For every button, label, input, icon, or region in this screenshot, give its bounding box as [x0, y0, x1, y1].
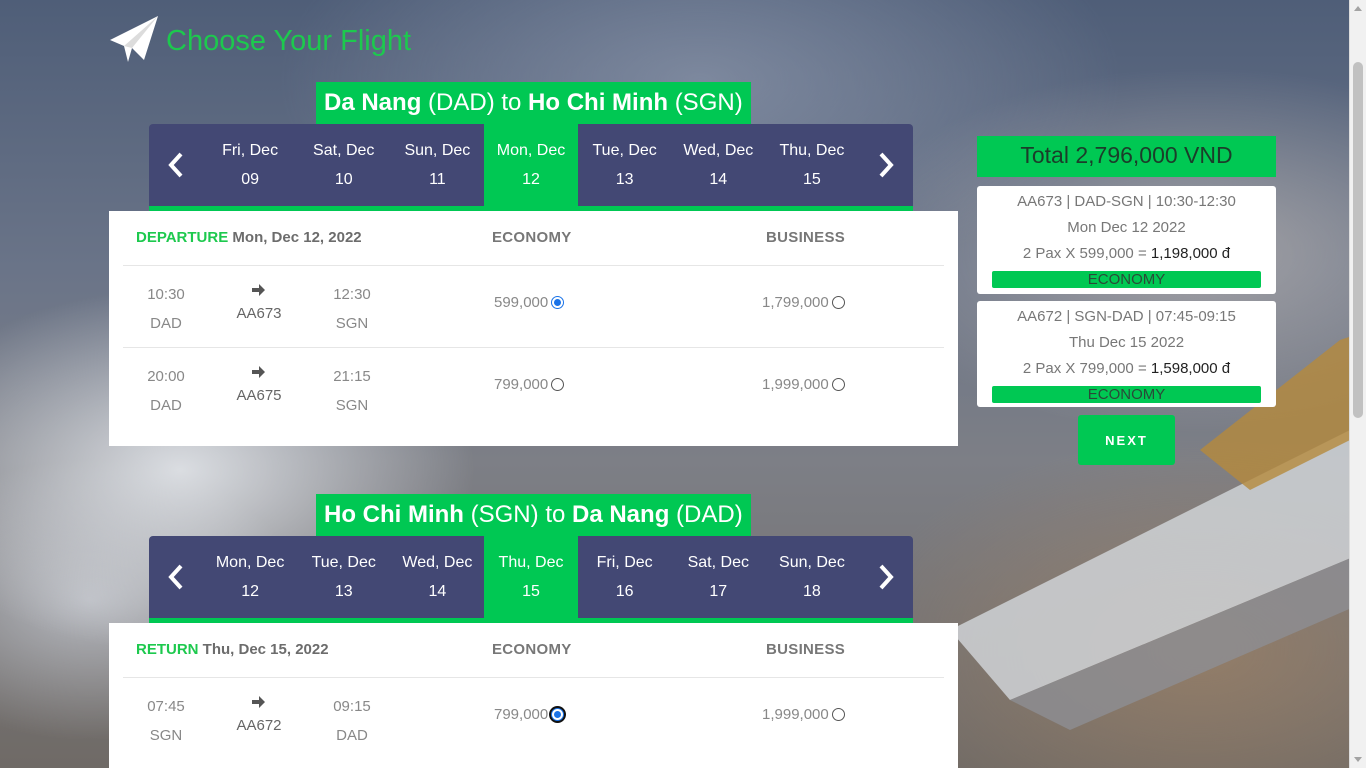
departure-code: DAD [150, 397, 182, 414]
paper-plane-icon [110, 16, 158, 62]
departure-code: DAD [150, 315, 182, 332]
return-summary-card: AA672 | SGN-DAD | 07:45-09:15 Thu Dec 15… [977, 301, 1276, 407]
arrival-time: 12:30 [333, 286, 371, 303]
business-price: 1,799,000 [762, 294, 829, 311]
departure-time: 10:30 [147, 286, 185, 303]
return-prev-dates-button[interactable] [149, 536, 203, 618]
summary-flight-date: Thu Dec 15 2022 [1068, 334, 1185, 351]
summary-price-calc: 2 Pax X 799,000 = 1,598,000 đ [1022, 360, 1231, 377]
scroll-down-icon[interactable] [1354, 757, 1362, 762]
outbound-flight-panel: DEPARTURE Mon, Dec 12, 2022 ECONOMY BUSI… [109, 211, 958, 446]
return-date-6[interactable]: Sun, Dec 18 [765, 536, 859, 618]
business-price: 1,999,000 [762, 706, 829, 723]
chevron-left-icon [168, 152, 183, 178]
flight-number: AA672 [236, 717, 282, 734]
arrival-code: DAD [336, 727, 368, 744]
return-panel-header: RETURN Thu, Dec 15, 2022 ECONOMY BUSINES… [123, 623, 944, 678]
flight-row: 20:00 DAD AA675 21:15 SGN 799,000 1,999,00… [123, 348, 944, 430]
outbound-next-dates-button[interactable] [859, 124, 913, 206]
return-next-dates-button[interactable] [859, 536, 913, 618]
departure-code: SGN [149, 727, 183, 744]
business-price: 1,999,000 [762, 376, 829, 393]
summary-flight-info: AA673 | DAD-SGN | 10:30-12:30 [1017, 193, 1236, 210]
departure-time: 07:45 [147, 698, 185, 715]
economy-radio[interactable] [551, 296, 565, 309]
outbound-route-title: Da Nang (DAD) to Ho Chi Minh (SGN) [316, 82, 751, 124]
return-flight-panel: RETURN Thu, Dec 15, 2022 ECONOMY BUSINES… [109, 623, 958, 768]
return-date-3[interactable]: Thu, Dec 15 [484, 536, 578, 618]
business-column-header: BUSINESS [766, 229, 846, 246]
flight-number: AA675 [236, 387, 282, 404]
vertical-scrollbar[interactable] [1349, 0, 1366, 768]
arrow-right-icon [224, 283, 294, 305]
arrow-right-icon [224, 365, 294, 387]
return-date-4[interactable]: Fri, Dec 16 [578, 536, 672, 618]
outbound-prev-dates-button[interactable] [149, 124, 203, 206]
economy-column-header: ECONOMY [492, 229, 572, 246]
outbound-date-strip: Fri, Dec 09 Sat, Dec 10 Sun, Dec 11 Mon, De… [149, 124, 913, 211]
scroll-up-icon[interactable] [1354, 6, 1362, 11]
outbound-date-1[interactable]: Sat, Dec 10 [297, 124, 391, 206]
outbound-label: DEPARTURE Mon, Dec 12, 2022 [136, 229, 362, 246]
departure-time: 20:00 [147, 368, 185, 385]
flight-row: 10:30 DAD AA673 12:30 SGN 599,000 1,799,00… [123, 266, 944, 348]
outbound-date-2[interactable]: Sun, Dec 11 [391, 124, 485, 206]
economy-radio[interactable] [551, 708, 565, 721]
return-date-1[interactable]: Tue, Dec 13 [297, 536, 391, 618]
economy-radio[interactable] [551, 378, 565, 391]
return-route-title: Ho Chi Minh (SGN) to Da Nang (DAD) [316, 494, 751, 536]
return-date-5[interactable]: Sat, Dec 17 [671, 536, 765, 618]
chevron-left-icon [168, 564, 183, 590]
flight-row: 07:45 SGN AA672 09:15 DAD 799,000 1,999,00… [123, 678, 944, 760]
arrival-code: SGN [335, 397, 369, 414]
return-date-2[interactable]: Wed, Dec 14 [391, 536, 485, 618]
arrival-time: 09:15 [333, 698, 371, 715]
return-date-strip: Mon, Dec 12 Tue, Dec 13 Wed, Dec 14 Thu, De… [149, 536, 913, 623]
return-label: RETURN Thu, Dec 15, 2022 [136, 641, 329, 658]
outbound-panel-header: DEPARTURE Mon, Dec 12, 2022 ECONOMY BUSI… [123, 211, 944, 266]
economy-price: 799,000 [494, 376, 549, 393]
summary-class-badge: ECONOMY [992, 386, 1261, 403]
total-price: Total 2,796,000 VND [977, 136, 1276, 177]
business-radio[interactable] [831, 296, 845, 309]
summary-flight-date: Mon Dec 12 2022 [1067, 219, 1186, 236]
flight-number: AA673 [236, 305, 282, 322]
business-column-header: BUSINESS [766, 641, 846, 658]
economy-price: 799,000 [494, 706, 549, 723]
outbound-date-3[interactable]: Mon, Dec 12 [484, 124, 578, 206]
economy-column-header: ECONOMY [492, 641, 572, 658]
outbound-date-4[interactable]: Tue, Dec 13 [578, 124, 672, 206]
outbound-date-5[interactable]: Wed, Dec 14 [671, 124, 765, 206]
business-radio[interactable] [831, 378, 845, 391]
summary-price-calc: 2 Pax X 599,000 = 1,198,000 đ [1022, 245, 1231, 262]
next-button[interactable]: NEXT [1078, 415, 1175, 465]
summary-flight-info: AA672 | SGN-DAD | 07:45-09:15 [1017, 308, 1236, 325]
summary-class-badge: ECONOMY [992, 271, 1261, 288]
return-date-0[interactable]: Mon, Dec 12 [203, 536, 297, 618]
outbound-date-0[interactable]: Fri, Dec 09 [203, 124, 297, 206]
page-title: Choose Your Flight [166, 24, 412, 57]
economy-price: 599,000 [494, 294, 549, 311]
chevron-right-icon [879, 564, 894, 590]
arrow-right-icon [224, 695, 294, 717]
arrival-time: 21:15 [333, 368, 371, 385]
arrival-code: SGN [335, 315, 369, 332]
page-header: Choose Your Flight [108, 14, 411, 66]
outbound-date-6[interactable]: Thu, Dec 15 [765, 124, 859, 206]
business-radio[interactable] [831, 708, 845, 721]
outbound-summary-card: AA673 | DAD-SGN | 10:30-12:30 Mon Dec 12… [977, 186, 1276, 294]
chevron-right-icon [879, 152, 894, 178]
scrollbar-thumb[interactable] [1353, 62, 1363, 418]
